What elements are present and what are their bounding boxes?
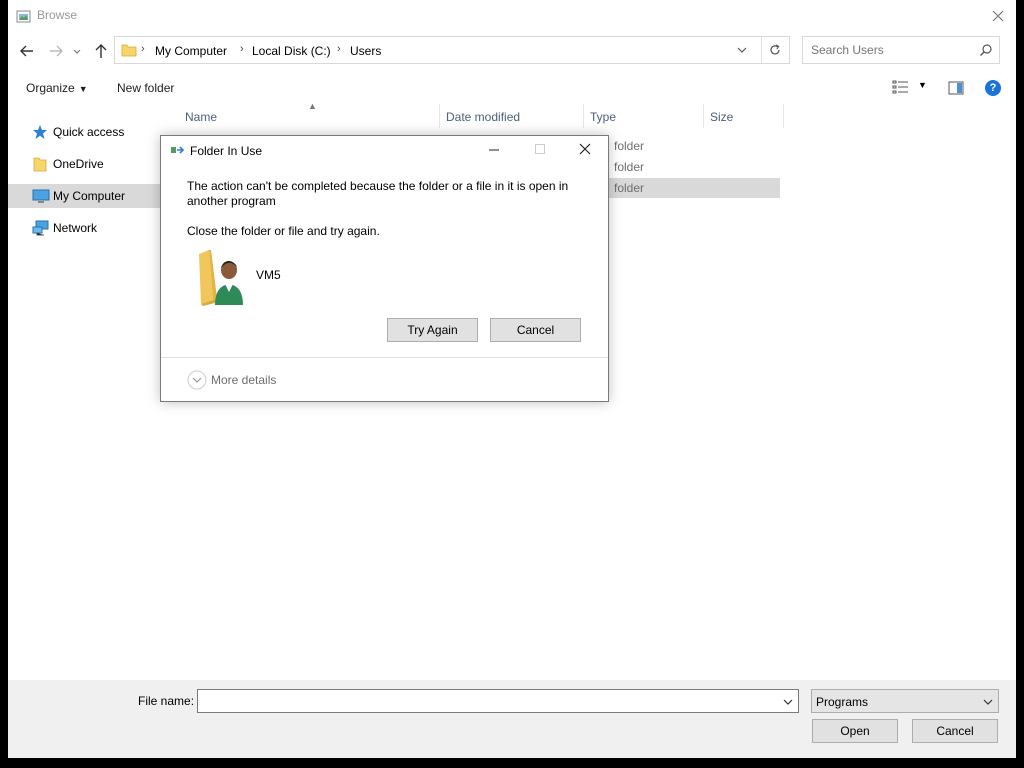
search-icon [979,43,993,60]
close-icon [992,10,1004,22]
details-view-icon [892,80,908,94]
file-name-input[interactable] [202,693,776,709]
dialog-instruction: Close the folder or file and try again. [187,224,380,238]
chevron-right-icon: › [337,43,341,55]
chevron-down-circle-icon [187,370,207,390]
close-window-button[interactable] [986,4,1010,28]
row-type: folder [614,139,645,153]
column-header-date-modified[interactable]: Date modified [440,104,584,128]
minimize-button[interactable] [486,141,502,157]
file-name-field[interactable] [197,689,799,713]
dialog-close-button[interactable] [577,141,593,157]
chevron-right-icon: › [141,43,145,55]
organize-button[interactable]: Organize ▼ [26,81,88,95]
sidebar-item-label: OneDrive [53,157,104,171]
file-type-select[interactable]: Programs [811,689,999,713]
view-options-caret-icon[interactable]: ▼ [918,80,927,90]
browse-app-icon [16,8,32,27]
column-header-size[interactable]: Size [704,104,784,128]
divider [761,37,762,63]
folder-in-use-dialog: Folder In Use The action can't be comple… [160,135,609,402]
more-details-toggle[interactable] [187,370,207,393]
star-icon [32,124,48,143]
row-type: folder [614,181,645,195]
chevron-down-icon [982,696,994,711]
breadcrumb-local-disk[interactable]: Local Disk (C:) [252,44,331,58]
breadcrumb-users[interactable]: Users [350,44,381,58]
more-details-label[interactable]: More details [211,373,276,387]
column-header-label: Type [590,110,617,124]
help-button[interactable]: ? [985,80,1001,96]
title-bar: Browse [8,0,1016,32]
chevron-down-icon[interactable] [782,696,794,711]
arrow-up-icon [95,44,107,58]
organize-label: Organize [26,81,75,95]
chevron-right-icon: › [240,43,244,55]
new-folder-button[interactable]: New folder [117,81,174,95]
row-type: folder [614,160,645,174]
caret-down-icon: ▼ [78,84,88,94]
divider [161,357,608,358]
column-header-label: Size [710,110,734,124]
address-bar[interactable]: › My Computer › Local Disk (C:) › Users [114,36,790,64]
preview-pane-button[interactable] [948,81,964,98]
minimize-icon [489,149,499,151]
dialog-cancel-button[interactable]: Cancel [490,318,581,342]
dialog-message: The action can't be completed because th… [187,179,569,208]
command-bar: Organize ▼ New folder ▼ ? [8,74,1016,102]
column-header-type[interactable]: Type [584,104,704,128]
chevron-down-icon [737,47,747,53]
sidebar-item-quick-access[interactable]: Quick access [8,120,160,144]
maximize-button [532,141,548,157]
sidebar-item-label: Quick access [53,125,125,139]
file-move-icon [170,144,186,161]
file-name-bar: File name: Programs Open Cancel [8,680,1016,758]
forward-button[interactable] [45,40,67,62]
computer-icon [32,188,50,207]
refresh-button[interactable] [767,42,783,61]
preview-pane-icon [948,81,964,95]
folder-icon [121,42,137,61]
user-folder-icon [195,248,249,309]
refresh-icon [770,44,780,55]
file-type-value: Programs [816,695,869,709]
search-box[interactable] [802,36,1000,64]
try-again-button[interactable]: Try Again [387,318,478,342]
sidebar-item-label: Network [53,221,98,235]
chevron-down-icon [73,49,81,54]
address-dropdown-button[interactable] [735,43,749,60]
network-icon [32,220,50,239]
recent-locations-button[interactable] [70,40,84,62]
arrow-left-icon [20,45,33,57]
search-input[interactable] [809,42,973,58]
folder-icon [32,156,48,175]
file-name-label: File name: [138,694,195,708]
column-header-name[interactable]: Name [179,104,440,128]
open-button[interactable]: Open [812,719,898,743]
navigation-pane: Quick access OneDrive My Computer Networ… [8,104,160,676]
window-title: Browse [37,8,78,22]
back-button[interactable] [16,40,38,62]
breadcrumb-my-computer[interactable]: My Computer [155,44,227,58]
dialog-title: Folder In Use [190,144,263,158]
column-header-label: Date modified [446,110,521,124]
up-button[interactable] [90,40,112,62]
maximize-icon [535,144,545,154]
sidebar-item-label: My Computer [53,189,126,203]
sidebar-item-my-computer[interactable]: My Computer [8,184,160,208]
sidebar-item-network[interactable]: Network [8,216,160,240]
change-view-button[interactable] [892,80,910,97]
arrow-right-icon [50,45,63,57]
column-header-label: Name [185,110,218,124]
cancel-button[interactable]: Cancel [912,719,998,743]
locked-item-name: VM5 [256,268,281,282]
sidebar-item-onedrive[interactable]: OneDrive [8,152,160,176]
navigation-bar: › My Computer › Local Disk (C:) › Users [8,36,1016,66]
close-icon [579,143,591,155]
